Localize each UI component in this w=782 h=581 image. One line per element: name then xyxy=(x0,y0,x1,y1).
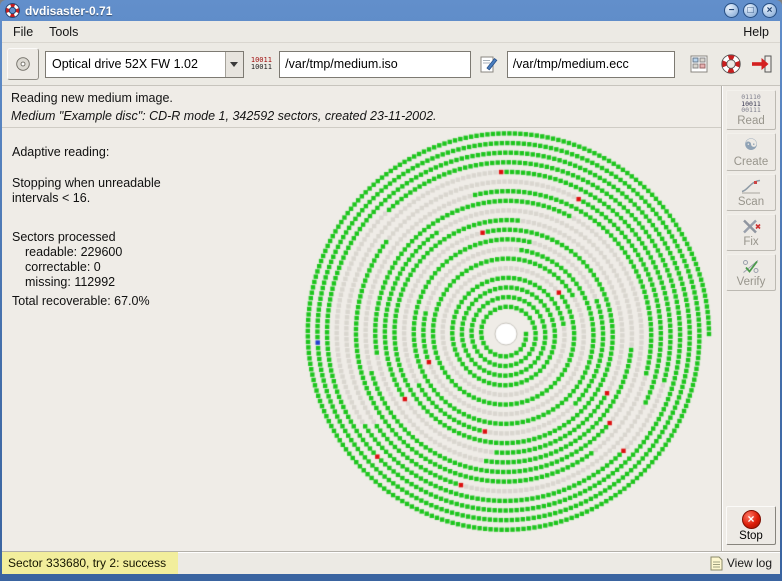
preferences-icon xyxy=(690,55,708,73)
reading-info-panel: Adaptive reading: Stopping when unreadab… xyxy=(2,128,290,309)
create-button[interactable]: ☯ Create xyxy=(726,132,776,171)
image-file-icon: 10011 10011 xyxy=(250,56,272,71)
drive-combobox-value: Optical drive 52X FW 1.02 xyxy=(52,57,198,71)
app-body: File Tools Help Optical drive 52X FW 1.0… xyxy=(2,21,780,574)
create-label: Create xyxy=(733,155,769,168)
fix-tools-icon xyxy=(743,219,761,233)
ecc-file-input[interactable] xyxy=(506,50,675,78)
fix-button[interactable]: Fix xyxy=(726,213,776,251)
disc-spiral xyxy=(296,128,716,544)
exit-arrow-icon xyxy=(752,55,772,73)
stopping-line-1: Stopping when unreadable xyxy=(12,176,161,190)
verify-button[interactable]: Verify xyxy=(726,253,776,291)
read-label: Read xyxy=(737,114,765,127)
preferences-button[interactable] xyxy=(687,51,712,77)
stopping-line-2: intervals < 16. xyxy=(12,191,91,205)
verify-label: Verify xyxy=(736,275,766,288)
lifesaver-icon xyxy=(721,54,741,74)
app-window: dvdisaster-0.71 − □ × File Tools Help Op… xyxy=(0,0,782,581)
total-recoverable: Total recoverable: 67.0% xyxy=(12,294,150,308)
minimize-button[interactable]: − xyxy=(724,3,739,18)
chevron-down-icon xyxy=(230,62,239,71)
image-file-input[interactable] xyxy=(279,50,472,78)
scan-icon xyxy=(741,179,761,193)
sectors-correctable: correctable: 0 xyxy=(25,260,101,274)
read-icon: 01110 10011 00111 xyxy=(741,93,761,114)
close-icon: × xyxy=(766,4,773,16)
ecc-file-icon xyxy=(477,51,500,78)
view-log-button[interactable]: View log xyxy=(710,552,780,574)
quit-button[interactable] xyxy=(750,51,775,77)
menu-help[interactable]: Help xyxy=(735,24,777,40)
window-controls: − □ × xyxy=(724,3,777,18)
read-button[interactable]: 01110 10011 00111 Read xyxy=(726,90,776,130)
menu-tools[interactable]: Tools xyxy=(41,24,86,40)
fix-label: Fix xyxy=(743,235,759,248)
status-line-2: Medium "Example disc": CD-R mode 1, 3425… xyxy=(11,109,437,123)
titlebar[interactable]: dvdisaster-0.71 − □ × xyxy=(2,0,780,21)
status-line-1: Reading new medium image. xyxy=(11,91,173,105)
sectors-processed-title: Sectors processed xyxy=(12,230,116,244)
minimize-icon: − xyxy=(728,4,735,16)
log-file-icon xyxy=(710,556,723,570)
content-column: Reading new medium image. Medium "Exampl… xyxy=(2,86,721,551)
workarea: Adaptive reading: Stopping when unreadab… xyxy=(2,128,721,551)
drive-combobox[interactable]: Optical drive 52X FW 1.02 xyxy=(45,50,244,78)
yin-yang-icon: ☯ xyxy=(743,136,759,154)
maximize-icon: □ xyxy=(747,4,754,16)
maximize-button[interactable]: □ xyxy=(743,3,758,18)
adaptive-reading-title: Adaptive reading: xyxy=(12,145,110,159)
stop-button[interactable]: × Stop xyxy=(726,506,776,545)
sectors-readable: readable: 229600 xyxy=(25,245,123,259)
close-button[interactable]: × xyxy=(762,3,777,18)
verify-icon xyxy=(743,259,759,273)
sectors-missing: missing: 112992 xyxy=(25,275,116,289)
main-area: Reading new medium image. Medium "Exampl… xyxy=(2,86,780,551)
toolbar: Optical drive 52X FW 1.02 10011 10011 xyxy=(2,43,780,86)
status-info-band: Reading new medium image. Medium "Exampl… xyxy=(2,86,721,128)
app-icon xyxy=(5,3,20,18)
menubar: File Tools Help xyxy=(2,21,780,43)
window-title: dvdisaster-0.71 xyxy=(25,3,113,18)
view-log-label: View log xyxy=(726,556,772,570)
menu-file[interactable]: File xyxy=(5,24,41,40)
scan-label: Scan xyxy=(737,195,765,208)
action-sidebar: 01110 10011 00111 Read ☯ Create Scan Fix… xyxy=(721,86,780,551)
help-button[interactable] xyxy=(718,51,743,77)
drive-select-button[interactable] xyxy=(7,48,39,80)
scan-button[interactable]: Scan xyxy=(726,173,776,211)
sector-status-message: Sector 333680, try 2: success xyxy=(2,552,179,574)
statusbar: Sector 333680, try 2: success View log xyxy=(2,551,780,574)
combo-arrow-button[interactable] xyxy=(224,51,243,77)
stop-label: Stop xyxy=(739,530,763,542)
disc-drive-icon xyxy=(16,57,30,71)
stop-icon: × xyxy=(741,510,761,529)
